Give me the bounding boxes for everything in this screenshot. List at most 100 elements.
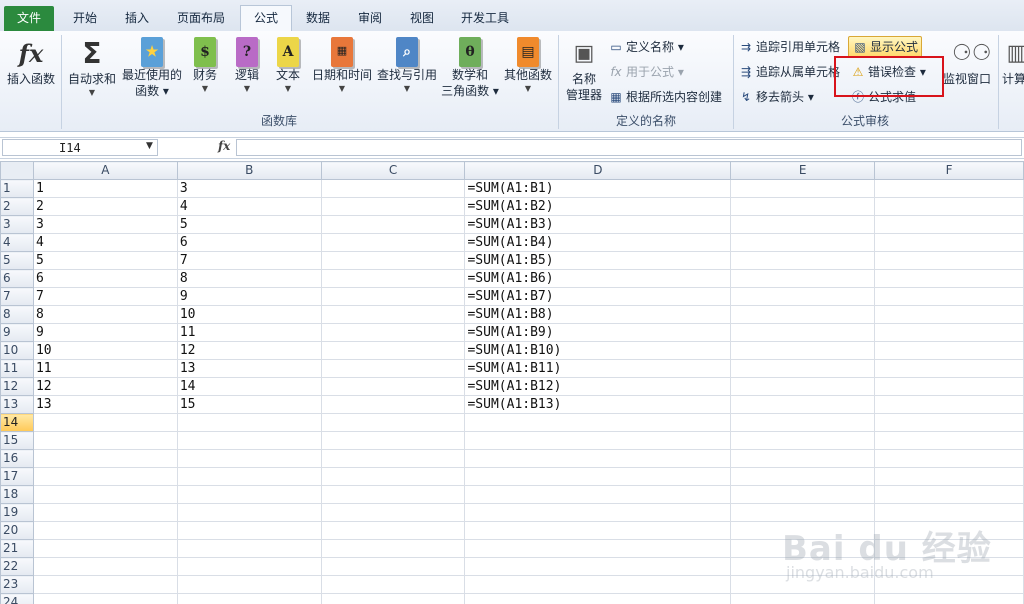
cell-b[interactable]: 13 [176, 359, 322, 378]
name-box[interactable]: I14 [2, 139, 158, 156]
watch-window-button[interactable]: ⚆⚆ 监视窗口 [940, 35, 994, 111]
cell-d[interactable] [464, 413, 732, 432]
cell-f[interactable] [874, 395, 1024, 414]
cell-d[interactable] [464, 521, 732, 540]
cell-c[interactable] [320, 503, 466, 522]
cell-c[interactable] [320, 359, 466, 378]
cell-e[interactable] [730, 215, 876, 234]
cell-d[interactable]: =SUM(A1:B2) [464, 197, 732, 216]
tab-formulas[interactable]: 公式 [240, 5, 292, 32]
column-header-e[interactable]: E [730, 161, 876, 180]
cell-b[interactable] [176, 575, 322, 594]
cell-e[interactable] [730, 413, 876, 432]
cell-a[interactable] [32, 503, 178, 522]
cell-e[interactable] [730, 557, 876, 576]
tab-data[interactable]: 数据 [294, 6, 342, 30]
cell-d[interactable]: =SUM(A1:B9) [464, 323, 732, 342]
cell-e[interactable] [730, 485, 876, 504]
formula-input[interactable] [236, 139, 1022, 156]
cell-f[interactable] [874, 287, 1024, 306]
column-header-b[interactable]: B [176, 161, 322, 180]
cell-a[interactable]: 6 [32, 269, 178, 288]
cell-d[interactable]: =SUM(A1:B6) [464, 269, 732, 288]
cell-d[interactable] [464, 467, 732, 486]
calculation-options-button[interactable]: ▥ 计算 [1002, 35, 1024, 111]
trace-dependents-button[interactable]: ⇶ 追踪从属单元格 [738, 62, 840, 82]
cell-b[interactable] [176, 485, 322, 504]
cell-e[interactable] [730, 341, 876, 360]
cell-f[interactable] [874, 359, 1024, 378]
cell-d[interactable] [464, 575, 732, 594]
row-header[interactable]: 22 [0, 557, 34, 576]
cell-c[interactable] [320, 413, 466, 432]
cell-a[interactable] [32, 467, 178, 486]
row-header[interactable]: 15 [0, 431, 34, 450]
cell-a[interactable]: 4 [32, 233, 178, 252]
cell-e[interactable] [730, 431, 876, 450]
cell-a[interactable]: 8 [32, 305, 178, 324]
cell-f[interactable] [874, 575, 1024, 594]
cell-a[interactable]: 5 [32, 251, 178, 270]
cell-f[interactable] [874, 269, 1024, 288]
cell-f[interactable] [874, 323, 1024, 342]
cell-e[interactable] [730, 575, 876, 594]
cell-f[interactable] [874, 413, 1024, 432]
cell-a[interactable]: 10 [32, 341, 178, 360]
cell-b[interactable] [176, 593, 322, 604]
text-functions-button[interactable]: A 文本 ▼ [270, 35, 306, 111]
cell-f[interactable] [874, 215, 1024, 234]
cell-a[interactable]: 11 [32, 359, 178, 378]
row-header[interactable]: 2 [0, 197, 34, 216]
cell-f[interactable] [874, 539, 1024, 558]
cell-e[interactable] [730, 305, 876, 324]
cell-c[interactable] [320, 197, 466, 216]
recent-functions-button[interactable]: ★ 最近使用的 函数 ▾ [120, 35, 184, 111]
column-header-c[interactable]: C [320, 161, 466, 180]
cell-e[interactable] [730, 521, 876, 540]
define-name-button[interactable]: ▭ 定义名称 ▾ [608, 37, 684, 57]
cell-b[interactable]: 8 [176, 269, 322, 288]
cell-b[interactable]: 12 [176, 341, 322, 360]
tab-insert[interactable]: 插入 [112, 6, 162, 30]
cell-b[interactable] [176, 413, 322, 432]
math-trig-button[interactable]: θ 数学和 三角函数 ▾ [440, 35, 500, 111]
cell-c[interactable] [320, 485, 466, 504]
cell-e[interactable] [730, 539, 876, 558]
row-header[interactable]: 21 [0, 539, 34, 558]
row-header[interactable]: 3 [0, 215, 34, 234]
tab-view[interactable]: 视图 [398, 6, 446, 30]
cell-a[interactable] [32, 413, 178, 432]
tab-developer[interactable]: 开发工具 [452, 6, 518, 30]
name-manager-button[interactable]: ▣ 名称 管理器 [562, 35, 606, 111]
cell-c[interactable] [320, 575, 466, 594]
cell-d[interactable]: =SUM(A1:B8) [464, 305, 732, 324]
cell-b[interactable] [176, 449, 322, 468]
row-header[interactable]: 1 [0, 179, 34, 198]
row-header[interactable]: 20 [0, 521, 34, 540]
row-header[interactable]: 6 [0, 269, 34, 288]
cell-c[interactable] [320, 539, 466, 558]
cell-c[interactable] [320, 431, 466, 450]
cell-b[interactable] [176, 431, 322, 450]
cell-d[interactable] [464, 449, 732, 468]
tab-file[interactable]: 文件 [4, 6, 54, 31]
cell-f[interactable] [874, 179, 1024, 198]
cell-a[interactable] [32, 521, 178, 540]
row-header[interactable]: 16 [0, 449, 34, 468]
cell-d[interactable] [464, 539, 732, 558]
cell-d[interactable]: =SUM(A1:B3) [464, 215, 732, 234]
cell-b[interactable]: 6 [176, 233, 322, 252]
row-header[interactable]: 17 [0, 467, 34, 486]
cell-a[interactable]: 1 [32, 179, 178, 198]
cell-f[interactable] [874, 233, 1024, 252]
cell-a[interactable] [32, 539, 178, 558]
cell-e[interactable] [730, 467, 876, 486]
cell-d[interactable]: =SUM(A1:B4) [464, 233, 732, 252]
cell-f[interactable] [874, 341, 1024, 360]
cell-c[interactable] [320, 305, 466, 324]
row-header[interactable]: 23 [0, 575, 34, 594]
cell-b[interactable]: 5 [176, 215, 322, 234]
cell-e[interactable] [730, 395, 876, 414]
cell-f[interactable] [874, 377, 1024, 396]
cell-f[interactable] [874, 521, 1024, 540]
